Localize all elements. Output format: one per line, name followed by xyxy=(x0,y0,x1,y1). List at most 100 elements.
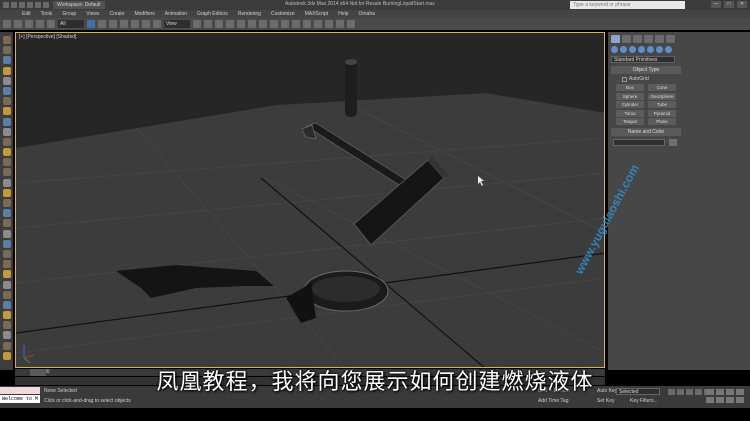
phoenix-tool-icon[interactable] xyxy=(2,148,11,157)
redo-icon[interactable] xyxy=(43,2,49,8)
phoenix-tool-icon[interactable] xyxy=(2,331,11,340)
maximize-viewport-icon[interactable] xyxy=(736,397,744,403)
set-key-button[interactable]: Set Key xyxy=(597,398,615,404)
utilities-tab-icon[interactable] xyxy=(666,35,675,43)
phoenix-tool-icon[interactable] xyxy=(2,209,11,218)
phoenix-tool-icon[interactable] xyxy=(2,76,11,85)
menu-modifiers[interactable]: Modifiers xyxy=(134,11,154,17)
key-filters-button[interactable]: Key Filters... xyxy=(630,398,658,404)
teapot-render-icon[interactable] xyxy=(347,20,355,28)
rotate-icon[interactable] xyxy=(142,20,150,28)
phoenix-tool-icon[interactable] xyxy=(2,219,11,228)
phoenix-tool-icon[interactable] xyxy=(2,311,11,320)
phoenix-tool-icon[interactable] xyxy=(2,117,11,126)
render-production-icon[interactable] xyxy=(336,20,344,28)
open-file-icon[interactable] xyxy=(19,2,25,8)
move-icon[interactable] xyxy=(131,20,139,28)
undo-icon[interactable] xyxy=(35,2,41,8)
window-crossing-icon[interactable] xyxy=(120,20,128,28)
phoenix-tool-icon[interactable] xyxy=(2,341,11,350)
phoenix-tool-icon[interactable] xyxy=(2,270,11,279)
maxscript-listener-input[interactable]: Welcome to M xyxy=(0,395,40,403)
menu-views[interactable]: Views xyxy=(86,11,99,17)
percent-snap-icon[interactable] xyxy=(226,20,234,28)
phoenix-tool-icon[interactable] xyxy=(2,107,11,116)
orbit-icon[interactable] xyxy=(726,397,734,403)
geosphere-button[interactable]: GeoSphere xyxy=(648,92,676,100)
reference-coordinate-dropdown[interactable]: View xyxy=(164,20,190,28)
undo-icon[interactable] xyxy=(3,20,11,28)
maximize-button[interactable]: □ xyxy=(724,1,734,8)
phoenix-tool-icon[interactable] xyxy=(2,351,11,360)
box-button[interactable]: Box xyxy=(616,84,644,91)
menu-animation[interactable]: Animation xyxy=(165,11,187,17)
shapes-icon[interactable] xyxy=(620,46,627,53)
pyramid-button[interactable]: Pyramid xyxy=(648,109,676,117)
menu-tools[interactable]: Tools xyxy=(41,11,53,17)
modify-tab-icon[interactable] xyxy=(622,35,631,43)
autogrid-checkbox[interactable]: AutoGrid xyxy=(622,76,750,82)
spacewarps-icon[interactable] xyxy=(656,46,663,53)
phoenix-tool-icon[interactable] xyxy=(2,239,11,248)
menu-customize[interactable]: Customize xyxy=(271,11,295,17)
cylinder-object[interactable] xyxy=(345,59,357,117)
phoenix-tool-icon[interactable] xyxy=(2,46,11,55)
cone-button[interactable]: Cone xyxy=(648,84,676,91)
phoenix-tool-icon[interactable] xyxy=(2,66,11,75)
torus-button[interactable]: Torus xyxy=(616,109,644,117)
phoenix-tool-icon[interactable] xyxy=(2,168,11,177)
curve-editor-icon[interactable] xyxy=(281,20,289,28)
region-select-icon[interactable] xyxy=(109,20,117,28)
phoenix-tool-icon[interactable] xyxy=(2,158,11,167)
save-file-icon[interactable] xyxy=(27,2,33,8)
scene-canvas[interactable] xyxy=(16,33,605,368)
hierarchy-tab-icon[interactable] xyxy=(633,35,642,43)
app-menu-icon[interactable] xyxy=(3,2,9,8)
scale-icon[interactable] xyxy=(153,20,161,28)
menu-help[interactable]: Help xyxy=(338,11,348,17)
phoenix-tool-icon[interactable] xyxy=(2,97,11,106)
name-and-color-rollout[interactable]: Name and Color xyxy=(611,128,681,136)
object-color-swatch[interactable] xyxy=(669,139,677,146)
rendered-frame-icon[interactable] xyxy=(325,20,333,28)
snap-toggle-icon[interactable] xyxy=(204,20,212,28)
bind-spacewarp-icon[interactable] xyxy=(47,20,55,28)
primitive-category-dropdown[interactable]: Standard Primitives xyxy=(611,56,675,63)
minimize-button[interactable]: — xyxy=(711,1,721,8)
motion-tab-icon[interactable] xyxy=(644,35,653,43)
redo-icon[interactable] xyxy=(14,20,22,28)
create-tab-icon[interactable] xyxy=(611,35,620,43)
graphite-ribbon-icon[interactable] xyxy=(270,20,278,28)
quick-access-toolbar[interactable] xyxy=(0,2,49,8)
menu-rendering[interactable]: Rendering xyxy=(238,11,261,17)
tube-button[interactable]: Tube xyxy=(648,101,676,108)
selection-filter-dropdown[interactable]: All xyxy=(58,20,84,28)
unlink-icon[interactable] xyxy=(36,20,44,28)
schematic-view-icon[interactable] xyxy=(292,20,300,28)
helpers-icon[interactable] xyxy=(647,46,654,53)
link-icon[interactable] xyxy=(25,20,33,28)
phoenix-tool-icon[interactable] xyxy=(2,127,11,136)
align-icon[interactable] xyxy=(248,20,256,28)
phoenix-tool-icon[interactable] xyxy=(2,56,11,65)
phoenix-tool-icon[interactable] xyxy=(2,137,11,146)
phoenix-tool-icon[interactable] xyxy=(2,86,11,95)
display-tab-icon[interactable] xyxy=(655,35,664,43)
phoenix-tool-icon[interactable] xyxy=(2,229,11,238)
menu-group[interactable]: Group xyxy=(62,11,76,17)
phoenix-tool-icon[interactable] xyxy=(2,199,11,207)
phoenix-tool-icon[interactable] xyxy=(2,260,11,269)
phoenix-tool-icon[interactable] xyxy=(2,36,11,44)
teapot-button[interactable]: Teapot xyxy=(616,118,644,125)
menu-omaha[interactable]: Omaha xyxy=(359,11,375,17)
render-setup-icon[interactable] xyxy=(314,20,322,28)
phoenix-tool-icon[interactable] xyxy=(2,249,11,258)
phoenix-tool-icon[interactable] xyxy=(2,321,11,330)
fov-icon[interactable] xyxy=(706,397,714,403)
phoenix-tool-icon[interactable] xyxy=(2,300,11,309)
cylinder-button[interactable]: Cylinder xyxy=(616,101,644,108)
menu-maxscript[interactable]: MAXScript xyxy=(305,11,329,17)
select-by-name-icon[interactable] xyxy=(98,20,106,28)
phoenix-tool-icon[interactable] xyxy=(2,188,11,197)
close-button[interactable]: ✕ xyxy=(737,1,747,8)
